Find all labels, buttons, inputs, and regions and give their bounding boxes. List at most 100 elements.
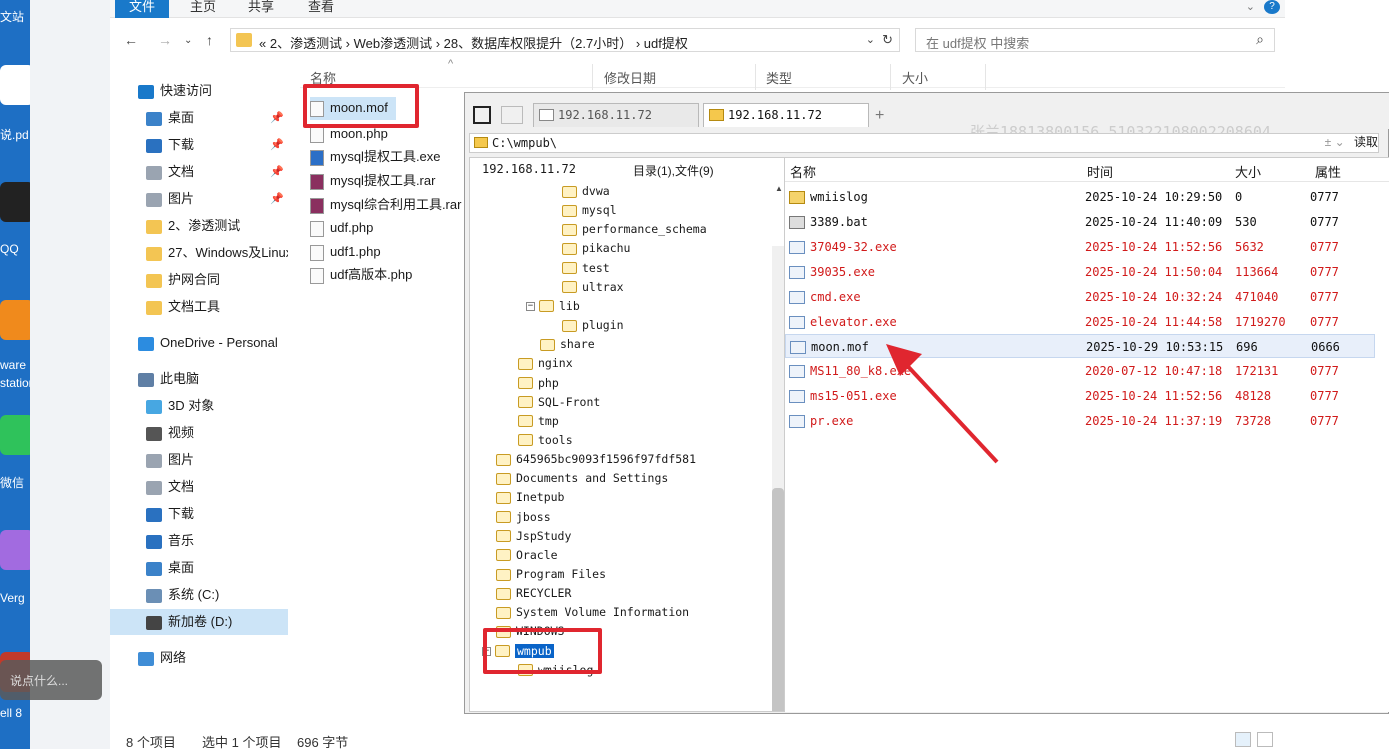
- nav-item[interactable]: 文档 📌: [110, 159, 288, 185]
- tree-item[interactable]: JspStudy: [496, 527, 571, 546]
- tree-item[interactable]: jboss: [496, 508, 551, 527]
- tab-home[interactable]: 主页: [190, 0, 216, 18]
- tab-share[interactable]: 共享: [248, 0, 274, 18]
- fm-path-field[interactable]: C:\wmpub\: [469, 133, 1379, 153]
- nav-item[interactable]: 2、渗透测试: [110, 213, 288, 239]
- help-icon[interactable]: ?: [1264, 0, 1280, 14]
- remote-file-row[interactable]: ms15-051.exe 2025-10-24 11:52:56 48128 0777: [785, 384, 1375, 408]
- tree-item[interactable]: RECYCLER: [496, 584, 571, 603]
- tree-item[interactable]: tmp: [518, 412, 559, 431]
- breadcrumb[interactable]: « 2、渗透测试 › Web渗透测试 › 28、数据库权限提升（2.7小时） ›…: [259, 33, 688, 52]
- refresh-icon[interactable]: ↻: [882, 32, 893, 48]
- column-size[interactable]: 大小: [902, 68, 928, 87]
- nav-item[interactable]: 视频: [110, 420, 288, 446]
- column-divider[interactable]: [755, 64, 756, 90]
- recent-chevron-icon[interactable]: ⌄: [184, 35, 192, 46]
- large-icons-view-icon[interactable]: [1257, 732, 1273, 747]
- file-row[interactable]: mysql提权工具.exe: [310, 146, 441, 169]
- chat-toast[interactable]: 说点什么...: [0, 660, 102, 700]
- nav-item[interactable]: 图片 📌: [110, 186, 288, 212]
- tree-item[interactable]: plugin: [562, 316, 624, 335]
- tree-item[interactable]: Documents and Settings: [496, 469, 668, 488]
- pin-icon[interactable]: 📌: [270, 159, 284, 185]
- tree-item[interactable]: nginx: [518, 354, 573, 373]
- nav-item[interactable]: 系统 (C:): [110, 582, 288, 608]
- nav-item[interactable]: 文档: [110, 474, 288, 500]
- remote-file-row[interactable]: pr.exe 2025-10-24 11:37:19 73728 0777: [785, 409, 1375, 433]
- nav-item[interactable]: 3D 对象: [110, 393, 288, 419]
- expand-icon[interactable]: ± ⌄: [1325, 135, 1345, 149]
- fm-tab[interactable]: 192.168.11.72: [533, 103, 699, 127]
- tree-item[interactable]: mysql: [562, 201, 617, 220]
- remote-file-row[interactable]: MS11_80_k8.exe 2020-07-12 10:47:18 172131 0…: [785, 359, 1375, 383]
- tree-item[interactable]: dvwa: [562, 182, 610, 201]
- nav-item[interactable]: 27、Windows及Linux: [110, 240, 288, 266]
- nav-item[interactable]: 网络: [110, 645, 288, 671]
- vmware-icon[interactable]: [0, 300, 34, 340]
- remote-file-row[interactable]: 3389.bat 2025-10-24 11:40:09 530 0777: [785, 210, 1375, 234]
- tree-item[interactable]: tools: [518, 431, 573, 450]
- remote-file-row[interactable]: wmiislog 2025-10-24 10:29:50 0 0777: [785, 185, 1375, 209]
- tab-view[interactable]: 查看: [308, 0, 334, 18]
- tab-grid-icon[interactable]: [501, 106, 523, 124]
- tree-item[interactable]: pikachu: [562, 239, 630, 258]
- collapse-toggle-icon[interactable]: −: [526, 301, 535, 311]
- address-field[interactable]: « 2、渗透测试 › Web渗透测试 › 28、数据库权限提升（2.7小时） ›…: [230, 28, 900, 52]
- tab-file[interactable]: 文件: [115, 0, 170, 18]
- tree-item[interactable]: performance_schema: [562, 220, 707, 239]
- search-input[interactable]: 在 udf提权 中搜索 ⌕: [915, 28, 1275, 52]
- search-icon[interactable]: ⌕: [1256, 31, 1264, 48]
- column-divider[interactable]: [592, 64, 593, 90]
- remote-file-row[interactable]: 37049-32.exe 2025-10-24 11:52:56 5632 0777: [785, 235, 1375, 259]
- remote-file-row[interactable]: moon.mof 2025-10-29 10:53:15 696 0666: [785, 334, 1375, 359]
- tree-item[interactable]: php: [518, 374, 559, 393]
- qq-icon[interactable]: [0, 182, 34, 222]
- nav-item[interactable]: 下载 📌: [110, 132, 288, 158]
- tree-item[interactable]: − lib: [526, 297, 580, 316]
- pin-icon[interactable]: 📌: [270, 105, 284, 131]
- nav-item[interactable]: 桌面 📌: [110, 105, 288, 131]
- verge-icon[interactable]: [0, 530, 34, 570]
- tree-item[interactable]: ultrax: [562, 278, 624, 297]
- nav-item[interactable]: 快速访问: [110, 78, 288, 104]
- file-row[interactable]: udf高版本.php: [310, 264, 412, 287]
- details-view-icon[interactable]: [1235, 732, 1251, 747]
- forward-icon[interactable]: →: [158, 32, 172, 48]
- nav-item[interactable]: 新加卷 (D:): [110, 609, 288, 635]
- add-tab-icon[interactable]: +: [875, 107, 884, 125]
- up-icon[interactable]: ↑: [206, 32, 213, 48]
- tree-scroll-thumb[interactable]: [772, 488, 784, 711]
- file-row[interactable]: mysql提权工具.rar: [310, 170, 435, 193]
- nav-item[interactable]: 护网合同: [110, 267, 288, 293]
- nav-item[interactable]: 此电脑: [110, 366, 288, 392]
- fm-tab-active[interactable]: 192.168.11.72: [703, 103, 869, 127]
- wechat-icon[interactable]: [0, 415, 34, 455]
- list-col-size[interactable]: 大小: [1235, 162, 1261, 181]
- pin-icon[interactable]: 📌: [270, 132, 284, 158]
- file-row[interactable]: udf.php: [310, 217, 373, 240]
- column-divider[interactable]: [985, 64, 986, 90]
- list-col-time[interactable]: 时间: [1087, 162, 1113, 181]
- nav-item[interactable]: 图片: [110, 447, 288, 473]
- remote-file-row[interactable]: cmd.exe 2025-10-24 10:32:24 471040 0777: [785, 285, 1375, 309]
- tree-item[interactable]: Program Files: [496, 565, 606, 584]
- column-type[interactable]: 类型: [766, 68, 792, 87]
- tree-item[interactable]: System Volume Information: [496, 603, 689, 622]
- back-icon[interactable]: ←: [124, 32, 138, 48]
- list-col-name[interactable]: 名称: [790, 162, 816, 181]
- chrome-icon[interactable]: [0, 65, 34, 105]
- list-col-attr[interactable]: 属性: [1315, 162, 1341, 181]
- pin-icon[interactable]: 📌: [270, 186, 284, 212]
- chevron-down-icon[interactable]: ⌄: [1246, 0, 1255, 13]
- nav-item[interactable]: 音乐: [110, 528, 288, 554]
- file-row[interactable]: udf1.php: [310, 241, 381, 264]
- tree-item[interactable]: test: [562, 259, 610, 278]
- fm-read-button[interactable]: ± ⌄ 读取: [1325, 133, 1378, 153]
- nav-item[interactable]: 文档工具: [110, 294, 288, 320]
- remote-file-row[interactable]: elevator.exe 2025-10-24 11:44:58 1719270 07…: [785, 310, 1375, 334]
- column-modified[interactable]: 修改日期: [604, 68, 656, 87]
- column-divider[interactable]: [890, 64, 891, 90]
- tree-item[interactable]: Oracle: [496, 546, 558, 565]
- remote-file-row[interactable]: 39035.exe 2025-10-24 11:50:04 113664 0777: [785, 260, 1375, 284]
- sidebar-toggle-icon[interactable]: [473, 106, 491, 124]
